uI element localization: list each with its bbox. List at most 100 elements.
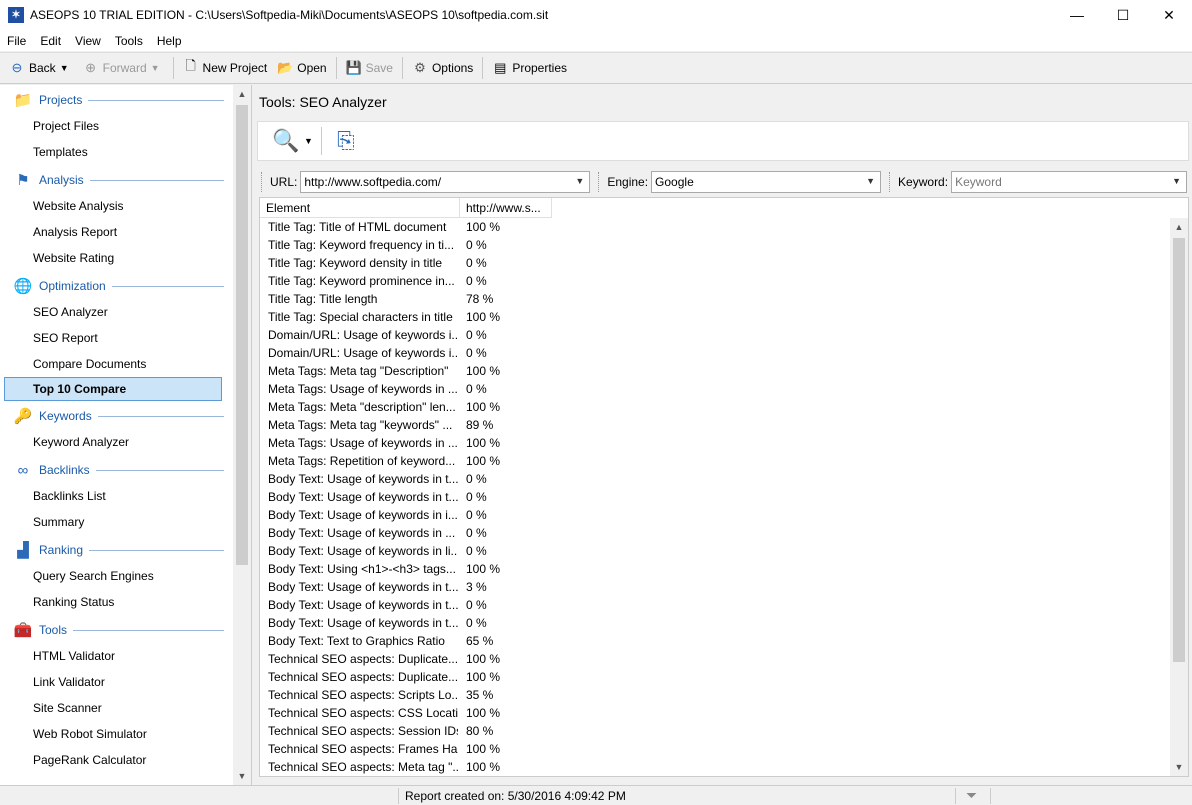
- element-cell: Technical SEO aspects: Session IDs: [268, 724, 458, 738]
- forward-dropdown-icon[interactable]: ▼: [151, 63, 160, 73]
- sidebar-item-website-rating[interactable]: Website Rating: [0, 245, 232, 271]
- table-row[interactable]: Technical SEO aspects: Session IDs 80 %: [260, 722, 1170, 740]
- menu-view[interactable]: View: [68, 34, 108, 48]
- table-row[interactable]: Body Text: Text to Graphics Ratio 65 %: [260, 632, 1170, 650]
- menu-help[interactable]: Help: [150, 34, 189, 48]
- keyword-combo[interactable]: Keyword ▼: [951, 171, 1188, 193]
- table-row[interactable]: Title Tag: Title of HTML document 100 %: [260, 218, 1170, 236]
- filter-icon[interactable]: ⏷: [966, 787, 977, 804]
- sidebar-item-project-files[interactable]: Project Files: [0, 113, 232, 139]
- group-divider: [97, 415, 224, 417]
- analyze-page-icon[interactable]: 🔍: [270, 125, 302, 157]
- options-button[interactable]: ⚙ Options: [407, 55, 478, 81]
- table-row[interactable]: Body Text: Usage of keywords in t... 0 %: [260, 596, 1170, 614]
- save-button[interactable]: 💾 Save: [341, 55, 398, 81]
- close-button[interactable]: ✕: [1146, 0, 1192, 30]
- app-icon: ✶: [8, 7, 24, 23]
- menu-tools[interactable]: Tools: [108, 34, 150, 48]
- sidebar-item-ranking-status[interactable]: Ranking Status: [0, 589, 232, 615]
- group-divider: [95, 469, 224, 471]
- sidebar-item-backlinks-list[interactable]: Backlinks List: [0, 483, 232, 509]
- table-row[interactable]: Body Text: Usage of keywords in t... 0 %: [260, 488, 1170, 506]
- table-row[interactable]: Body Text: Usage of keywords in t... 3 %: [260, 578, 1170, 596]
- sidebar-item-seo-analyzer[interactable]: SEO Analyzer: [0, 299, 232, 325]
- sidebar-item-top-10-compare[interactable]: Top 10 Compare: [4, 377, 222, 401]
- sidebar-scrollbar[interactable]: ▲ ▼: [233, 85, 251, 785]
- table-row[interactable]: Title Tag: Keyword prominence in... 0 %: [260, 272, 1170, 290]
- table-row[interactable]: Meta Tags: Meta tag "keywords" ... 89 %: [260, 416, 1170, 434]
- column-header-url[interactable]: http://www.s...: [460, 198, 552, 218]
- sidebar-item-web-robot-simulator[interactable]: Web Robot Simulator: [0, 721, 232, 747]
- sidebar-group-backlinks[interactable]: ∞ Backlinks: [0, 457, 232, 483]
- table-row[interactable]: Body Text: Usage of keywords in i... 0 %: [260, 506, 1170, 524]
- sidebar-item-analysis-report[interactable]: Analysis Report: [0, 219, 232, 245]
- sidebar-item-query-search-engines[interactable]: Query Search Engines: [0, 563, 232, 589]
- sidebar-group-analysis[interactable]: ⚑ Analysis: [0, 167, 232, 193]
- score-cell: 65 %: [466, 634, 494, 648]
- table-row[interactable]: Technical SEO aspects: Scripts Lo... 35 %: [260, 686, 1170, 704]
- table-row[interactable]: Technical SEO aspects: CSS Locati... 100 …: [260, 704, 1170, 722]
- scrollbar-thumb[interactable]: [236, 105, 248, 565]
- table-row[interactable]: Domain/URL: Usage of keywords i... 0 %: [260, 326, 1170, 344]
- table-row[interactable]: Domain/URL: Usage of keywords i... 0 %: [260, 344, 1170, 362]
- table-row[interactable]: Technical SEO aspects: Duplicate... 100 %: [260, 668, 1170, 686]
- score-cell: 0 %: [466, 544, 487, 558]
- sidebar-item-summary[interactable]: Summary: [0, 509, 232, 535]
- table-row[interactable]: Title Tag: Title length 78 %: [260, 290, 1170, 308]
- scroll-down-icon[interactable]: ▼: [233, 767, 251, 785]
- engine-combo[interactable]: Google ▼: [651, 171, 882, 193]
- sidebar-item-link-validator[interactable]: Link Validator: [0, 669, 232, 695]
- menu-file[interactable]: File: [0, 34, 33, 48]
- sidebar-group-projects[interactable]: 📁 Projects: [0, 87, 232, 113]
- sidebar-item-keyword-analyzer[interactable]: Keyword Analyzer: [0, 429, 232, 455]
- sidebar-item-templates[interactable]: Templates: [0, 139, 232, 165]
- table-row[interactable]: Title Tag: Keyword frequency in ti... 0 %: [260, 236, 1170, 254]
- forward-button[interactable]: ⊕ Forward ▼: [78, 55, 169, 81]
- sidebar-group-ranking[interactable]: ▟ Ranking: [0, 537, 232, 563]
- table-row[interactable]: Technical SEO aspects: Meta tag "... 100 …: [260, 758, 1170, 776]
- table-row[interactable]: Title Tag: Special characters in title 10…: [260, 308, 1170, 326]
- table-row[interactable]: Body Text: Usage of keywords in t... 0 %: [260, 614, 1170, 632]
- maximize-button[interactable]: ☐: [1100, 0, 1146, 30]
- scrollbar-thumb[interactable]: [1173, 238, 1185, 662]
- export-report-icon[interactable]: ⎘: [330, 125, 362, 157]
- table-row[interactable]: Body Text: Usage of keywords in t... 0 %: [260, 470, 1170, 488]
- sidebar-item-html-validator[interactable]: HTML Validator: [0, 643, 232, 669]
- forward-label: Forward: [102, 61, 147, 75]
- back-button[interactable]: ⊖ Back ▼: [4, 55, 78, 81]
- sidebar-group-keywords[interactable]: 🔑 Keywords: [0, 403, 232, 429]
- table-row[interactable]: Body Text: Usage of keywords in ... 0 %: [260, 524, 1170, 542]
- sidebar-group-tools[interactable]: 🧰 Tools: [0, 617, 232, 643]
- sidebar-item-website-analysis[interactable]: Website Analysis: [0, 193, 232, 219]
- scroll-down-icon[interactable]: ▼: [1170, 758, 1188, 776]
- chevron-down-icon: ▼: [575, 176, 585, 186]
- sidebar-item-seo-report[interactable]: SEO Report: [0, 325, 232, 351]
- table-row[interactable]: Meta Tags: Usage of keywords in ... 0 %: [260, 380, 1170, 398]
- table-row[interactable]: Body Text: Using <h1>-<h3> tags... 100 %: [260, 560, 1170, 578]
- menu-edit[interactable]: Edit: [33, 34, 68, 48]
- scroll-up-icon[interactable]: ▲: [1170, 218, 1188, 236]
- url-combo[interactable]: http://www.softpedia.com/ ▼: [300, 171, 591, 193]
- table-row[interactable]: Meta Tags: Meta tag "Description" 100 %: [260, 362, 1170, 380]
- table-row[interactable]: Technical SEO aspects: Duplicate... 100 %: [260, 650, 1170, 668]
- column-header-element[interactable]: Element: [260, 198, 460, 218]
- sidebar-group-optimization[interactable]: 🌐 Optimization: [0, 273, 232, 299]
- table-row[interactable]: Meta Tags: Usage of keywords in ... 100 %: [260, 434, 1170, 452]
- sidebar-item-site-scanner[interactable]: Site Scanner: [0, 695, 232, 721]
- table-row[interactable]: Technical SEO aspects: Frames Ha... 100 %: [260, 740, 1170, 758]
- table-row[interactable]: Title Tag: Keyword density in title 0 %: [260, 254, 1170, 272]
- table-row[interactable]: Meta Tags: Meta "description" len... 100 …: [260, 398, 1170, 416]
- properties-button[interactable]: ▤ Properties: [487, 55, 572, 81]
- grid-scrollbar[interactable]: ▲ ▼: [1170, 218, 1188, 776]
- open-button[interactable]: 📂 Open: [272, 55, 331, 81]
- analyze-dropdown-icon[interactable]: ▼: [304, 136, 313, 146]
- scroll-up-icon[interactable]: ▲: [233, 85, 251, 103]
- table-row[interactable]: Body Text: Usage of keywords in li... 0 %: [260, 542, 1170, 560]
- minimize-button[interactable]: —: [1054, 0, 1100, 30]
- sidebar-item-compare-documents[interactable]: Compare Documents: [0, 351, 232, 377]
- new-project-button[interactable]: 🗋 New Project: [178, 55, 273, 81]
- back-dropdown-icon[interactable]: ▼: [60, 63, 69, 73]
- sidebar-item-pagerank-calculator[interactable]: PageRank Calculator: [0, 747, 232, 773]
- analyzer-toolbar: 🔍 ▼ ⎘: [257, 121, 1189, 161]
- table-row[interactable]: Meta Tags: Repetition of keyword... 100 %: [260, 452, 1170, 470]
